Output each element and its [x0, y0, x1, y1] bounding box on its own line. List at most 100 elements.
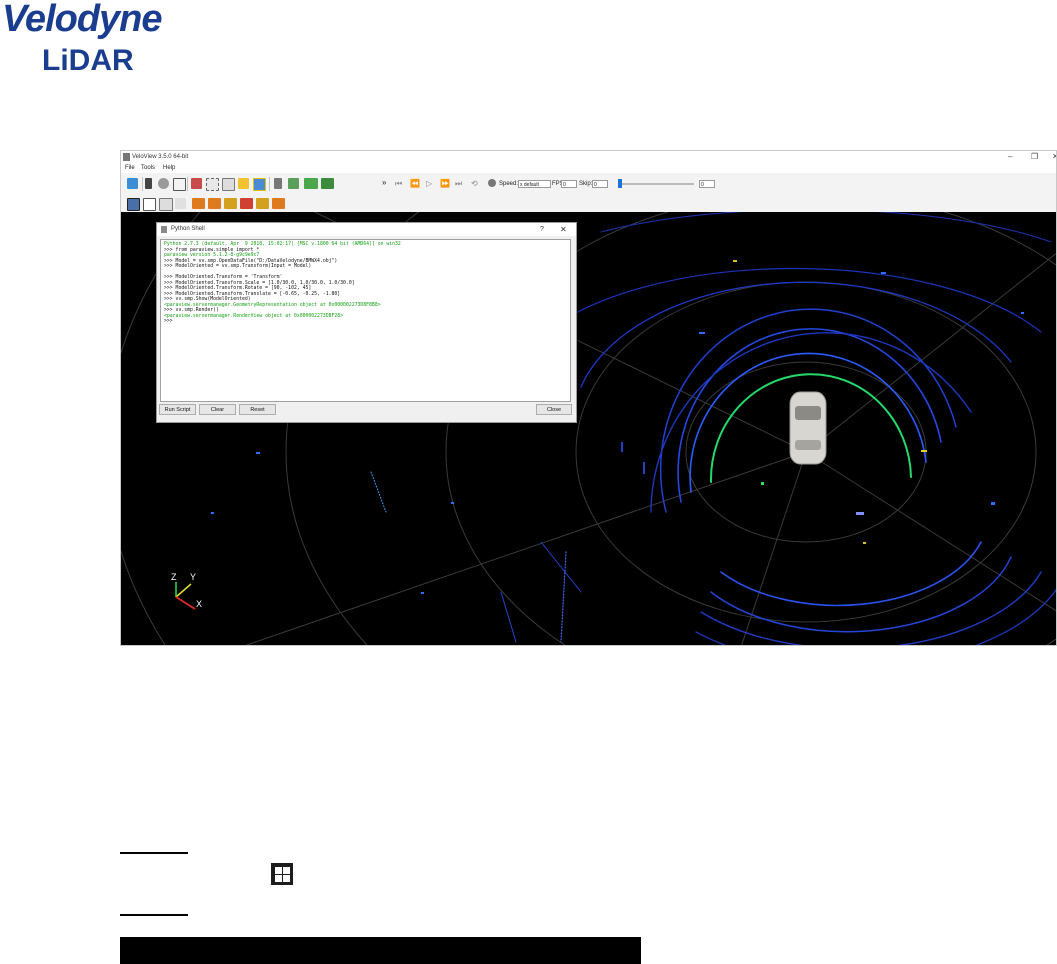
- playback-settings-icon[interactable]: [288, 178, 299, 189]
- python-shell-icon[interactable]: [253, 178, 266, 191]
- measure-icon[interactable]: [175, 198, 186, 209]
- sensor-stream-icon[interactable]: [145, 178, 152, 189]
- record-playback-icon[interactable]: [488, 179, 496, 187]
- scan-ring: [600, 212, 1052, 243]
- run-script-button[interactable]: Run Script: [159, 404, 196, 415]
- y-axis-line: [175, 583, 192, 598]
- grid-spoke: [805, 252, 1056, 453]
- toolbar-overflow[interactable]: »: [382, 178, 386, 187]
- reset-camera-icon[interactable]: [127, 198, 140, 211]
- lidar-point: [991, 502, 995, 505]
- view-minus-y-icon[interactable]: [240, 198, 253, 209]
- python-icon[interactable]: [238, 178, 249, 189]
- car-body: [789, 391, 827, 465]
- scan-ring: [720, 541, 982, 607]
- logo-line-2: LiDAR: [42, 44, 134, 77]
- grid-spoke: [245, 451, 807, 645]
- view-minus-x-icon[interactable]: [208, 198, 221, 209]
- x-axis-line: [175, 596, 196, 610]
- clear-button[interactable]: Clear: [199, 404, 236, 415]
- close-button[interactable]: Close: [536, 404, 572, 415]
- add-layer-icon[interactable]: [304, 178, 318, 189]
- velodyne-logo: Velodyne LiDAR: [0, 0, 180, 90]
- grid-spoke: [805, 451, 1056, 612]
- section-rule: [120, 914, 188, 916]
- windows-logo-icon: [271, 863, 293, 885]
- axes-triad: Z Y X: [171, 572, 202, 610]
- frame-input[interactable]: 0: [699, 180, 715, 188]
- lidar-point: [256, 452, 260, 454]
- close-icon[interactable]: ✕: [560, 223, 567, 236]
- step-back-icon[interactable]: ⏪: [410, 179, 420, 188]
- close-window-button[interactable]: ✕: [1052, 151, 1056, 163]
- step-forward-icon[interactable]: ⏩: [440, 179, 450, 188]
- select-points-icon[interactable]: [191, 178, 202, 189]
- app-icon: [123, 153, 130, 161]
- timeline-slider[interactable]: [619, 183, 694, 185]
- select-region-icon[interactable]: [206, 178, 219, 191]
- open-pcap-icon[interactable]: [127, 178, 138, 189]
- section-rule: [120, 852, 188, 854]
- view-minus-z-icon[interactable]: [272, 198, 285, 209]
- scan-fragment: [540, 541, 582, 593]
- lidar-point: [761, 482, 764, 485]
- projection-icon[interactable]: [143, 198, 156, 211]
- menu-bar: File Tools Help: [121, 163, 1056, 173]
- lidar-point: [733, 260, 737, 262]
- fps-input[interactable]: 0: [561, 180, 577, 188]
- scan-fragment: [560, 551, 567, 643]
- skip-label: Skip:: [579, 181, 593, 187]
- spreadsheet-icon[interactable]: [222, 178, 235, 191]
- axis-label-z: Z: [171, 572, 177, 582]
- toolbar-separator: [187, 177, 188, 191]
- python-shell-icon: [161, 226, 167, 233]
- logo-line-1: Velodyne: [2, 0, 163, 40]
- play-icon[interactable]: ▷: [426, 179, 432, 188]
- calibration-icon[interactable]: [274, 178, 282, 189]
- grid-icon[interactable]: [159, 198, 173, 211]
- speed-select[interactable]: x default: [518, 180, 551, 188]
- view-plus-y-icon[interactable]: [224, 198, 237, 209]
- secondary-toolbar: [121, 195, 1056, 212]
- lidar-point: [421, 592, 424, 594]
- lidar-point: [699, 332, 705, 334]
- lidar-point: [881, 272, 886, 274]
- toolbar-separator: [142, 177, 143, 191]
- first-frame-icon[interactable]: ⏮: [395, 179, 402, 189]
- help-icon[interactable]: ?: [540, 223, 544, 236]
- lidar-point: [451, 502, 454, 504]
- last-frame-icon[interactable]: ⏭: [455, 179, 462, 189]
- axis-label-y: Y: [190, 572, 196, 582]
- lidar-point: [1021, 312, 1024, 314]
- minimize-button[interactable]: –: [1008, 151, 1012, 163]
- main-toolbar: » ⏮ ⏪ ▷ ⏩ ⏭ ⟲ Speed: x default FPS: 0 Sk…: [121, 173, 1056, 196]
- console-line: >>>: [164, 319, 173, 324]
- filter-icon[interactable]: [321, 178, 334, 189]
- menu-file[interactable]: File: [125, 163, 135, 173]
- lidar-point: [643, 462, 645, 474]
- view-plus-x-icon[interactable]: [192, 198, 205, 209]
- record-icon[interactable]: [158, 178, 169, 189]
- python-shell-dialog: Python Shell ? ✕ Python 2.7.3 (default, …: [156, 222, 577, 423]
- scan-ring: [540, 267, 1042, 338]
- scan-fragment: [370, 471, 387, 513]
- lidar-point: [921, 450, 927, 452]
- menu-help[interactable]: Help: [163, 163, 175, 173]
- axis-label-x: X: [196, 599, 202, 609]
- lidar-point: [621, 442, 623, 452]
- car-rear-window: [795, 440, 821, 450]
- view-plus-z-icon[interactable]: [256, 198, 269, 209]
- vehicle-model: [789, 391, 827, 465]
- car-windshield: [795, 406, 821, 420]
- python-console-output[interactable]: Python 2.7.3 (default, Apr 9 2018, 15:02…: [160, 239, 571, 402]
- timeline-slider-handle[interactable]: [618, 179, 622, 188]
- skip-input[interactable]: 0: [592, 180, 608, 188]
- maximize-button[interactable]: ❐: [1031, 151, 1038, 163]
- reset-button[interactable]: Reset: [239, 404, 276, 415]
- speed-label: Speed:: [499, 181, 519, 187]
- menu-tools[interactable]: Tools: [141, 163, 155, 173]
- crop-icon[interactable]: [173, 178, 186, 191]
- grid-spoke: [741, 451, 807, 645]
- python-shell-titlebar: Python Shell ? ✕: [157, 223, 576, 236]
- loop-icon[interactable]: ⟲: [471, 179, 478, 188]
